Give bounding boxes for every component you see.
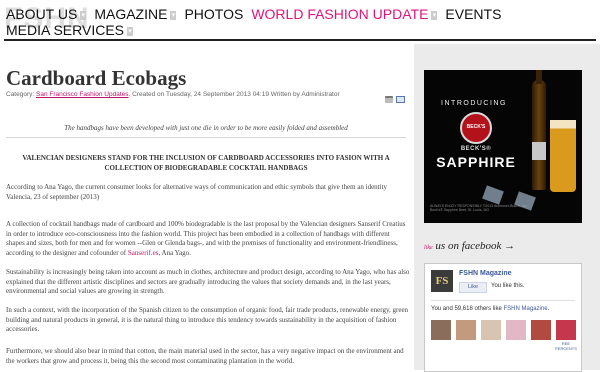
- article-title: Cardboard Ecobags: [6, 66, 187, 90]
- nav-row-1: About Us ▾ Magazine ▾ Photos World Fashion Up…: [6, 6, 509, 22]
- nav-label: Events: [445, 6, 502, 22]
- nav-item-events[interactable]: Events: [445, 6, 501, 22]
- print-icon[interactable]: [385, 96, 393, 103]
- nav-item-about-us[interactable]: About Us ▾: [6, 6, 87, 22]
- article-meta: Category: San Francisco Fashion Updates,…: [6, 91, 340, 98]
- dropdown-arrow-icon: ▾: [80, 10, 87, 20]
- fb-like-button[interactable]: Like: [459, 282, 487, 293]
- paragraph-1: According to Ana Yago, the current consu…: [6, 183, 410, 202]
- paragraph-2: A collection of cocktail handbags made o…: [6, 220, 410, 258]
- dropdown-arrow-icon: ▾: [431, 10, 438, 20]
- article-headline: VALENCIAN DESIGNERS STAND FOR THE INCLUS…: [22, 154, 390, 172]
- email-icon[interactable]: [396, 96, 405, 103]
- nav-item-media-services[interactable]: Media Services ▾: [6, 22, 134, 38]
- fan-name: REE PERCENTS: [555, 341, 577, 351]
- nav-label: Magazine: [94, 6, 168, 22]
- facebook-heading: like us on facebook →: [424, 240, 515, 252]
- top-nav: FSHN About Us ▾ Magazine ▾ Photos World Fashi…: [0, 0, 600, 41]
- paragraph-text: , Ana Yago.: [158, 248, 191, 257]
- fan-avatar[interactable]: [531, 320, 551, 340]
- ad-brand: BECK'S®: [460, 146, 492, 152]
- paragraph-4: In such a context, with the incorporatio…: [6, 306, 409, 333]
- facebook-like-box: FS FSHN Magazine Like You like this. You…: [424, 263, 582, 372]
- article-tools: [382, 90, 405, 108]
- fshn-page-logo[interactable]: FS: [431, 270, 453, 292]
- fb-count-prefix: You and 59,618 others like: [431, 306, 504, 312]
- beer-bottle-icon: [532, 70, 546, 190]
- ad-intro-text: INTRODUCING: [441, 100, 507, 107]
- ad-product-name: SAPPHIRE: [436, 154, 516, 170]
- fan-avatar[interactable]: [556, 320, 576, 340]
- fb-page-name[interactable]: FSHN Magazine: [459, 270, 512, 277]
- paragraph-3: Sustainability is increasingly being tak…: [6, 268, 410, 295]
- ad-badge-text: BECK'S: [466, 124, 486, 130]
- dropdown-arrow-icon: ▾: [127, 26, 134, 36]
- paragraph-text: A collection of cocktail handbags made o…: [6, 220, 406, 257]
- image-caption: The handbags have been developed with ju…: [64, 124, 348, 132]
- nav-item-world-fashion-update[interactable]: World Fashion Update ▾: [251, 6, 438, 22]
- nav-item-magazine[interactable]: Magazine ▾: [94, 6, 177, 22]
- fb-divider: [431, 300, 575, 301]
- fan-avatar[interactable]: [431, 320, 451, 340]
- fb-you-like: You like this.: [491, 283, 525, 289]
- fan-avatar[interactable]: [506, 320, 526, 340]
- category-link[interactable]: San Francisco Fashion Updates: [36, 91, 129, 98]
- fan-avatar[interactable]: [456, 320, 476, 340]
- meta-category-prefix: Category:: [6, 91, 35, 98]
- paragraph-text: According to Ana Yago, the current consu…: [6, 183, 388, 191]
- bottle-label: [532, 142, 546, 160]
- paragraph-5: Furthermore, we should also bear in mind…: [6, 347, 404, 365]
- fb-like-count: You and 59,618 others like FSHN Magazine…: [431, 306, 549, 312]
- fb-count-page-link[interactable]: FSHN Magazine: [504, 306, 548, 312]
- nav-item-photos[interactable]: Photos: [184, 6, 243, 22]
- facebook-heading-text[interactable]: us on facebook →: [435, 240, 515, 252]
- beer-glass-icon: [550, 120, 576, 192]
- nav-label: Media Services: [6, 22, 125, 38]
- sanserif-link[interactable]: Sanserif.es: [128, 249, 159, 257]
- like-word: like: [424, 245, 433, 251]
- ice-cube-icon: [482, 185, 504, 205]
- becks-key-logo-icon: BECK'S: [460, 112, 492, 144]
- fan-avatar[interactable]: [481, 320, 501, 340]
- caption-divider: [6, 137, 406, 138]
- becks-sapphire-ad[interactable]: INTRODUCING BECK'S BECK'S® SAPPHIRE ALWA…: [424, 70, 582, 223]
- dropdown-arrow-icon: ▾: [170, 10, 177, 20]
- fb-count-suffix: .: [547, 306, 550, 312]
- nav-label: World Fashion Update: [251, 6, 429, 22]
- meta-created: Created on Tuesday, 24 September 2013 04…: [132, 91, 340, 98]
- nav-divider: [4, 39, 596, 41]
- dateline: Valencia, 23 of september (2013): [6, 192, 100, 201]
- nav-row-2: Media Services ▾: [6, 22, 141, 38]
- nav-label: About Us: [6, 6, 78, 22]
- nav-label: Photos: [184, 6, 244, 22]
- ad-fine-print: ALWAYS ENJOY RESPONSIBLY ©2013 Anheuser-…: [430, 204, 529, 212]
